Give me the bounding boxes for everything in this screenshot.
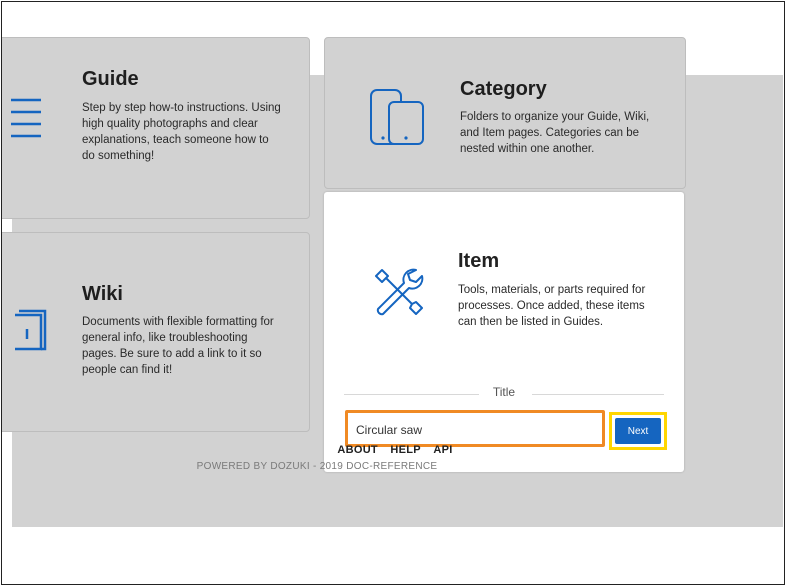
guide-description: Step by step how-to instructions. Using … — [82, 102, 281, 162]
wiki-card[interactable]: Wiki Documents with flexible formatting … — [2, 232, 310, 432]
guide-title: Guide — [82, 68, 139, 90]
title-label: Title — [492, 385, 516, 399]
item-dialog: Item Tools, materials, or parts required… — [324, 192, 684, 472]
list-icon — [11, 98, 41, 138]
screenshot-frame: Guide Step by step how-to instructions. … — [1, 1, 785, 585]
book-icon — [15, 309, 47, 351]
footer-link-api[interactable]: API — [433, 444, 452, 456]
title-input[interactable] — [354, 418, 598, 442]
guide-card[interactable]: Guide Step by step how-to instructions. … — [2, 37, 310, 219]
footer-link-help[interactable]: HELP — [390, 444, 421, 456]
item-title: Item — [458, 250, 500, 272]
wiki-title: Wiki — [82, 283, 123, 305]
item-description: Tools, materials, or parts required for … — [458, 284, 646, 328]
powered-by-text: POWERED BY DOZUKI - 2019 DOC-REFERENCE — [196, 461, 438, 472]
wiki-description: Documents with flexible formatting for g… — [82, 316, 274, 376]
footer-links: ABOUT HELP API — [2, 440, 784, 458]
category-title: Category — [460, 78, 547, 100]
category-card[interactable]: Category Folders to organize your Guide,… — [324, 37, 686, 189]
title-section-divider: Title — [344, 385, 664, 401]
footer-link-about[interactable]: ABOUT — [337, 444, 378, 456]
devices-icon — [370, 89, 424, 145]
tools-icon — [375, 268, 424, 316]
divider-line-right — [532, 394, 664, 395]
category-description: Folders to organize your Guide, Wiki, an… — [460, 111, 650, 155]
